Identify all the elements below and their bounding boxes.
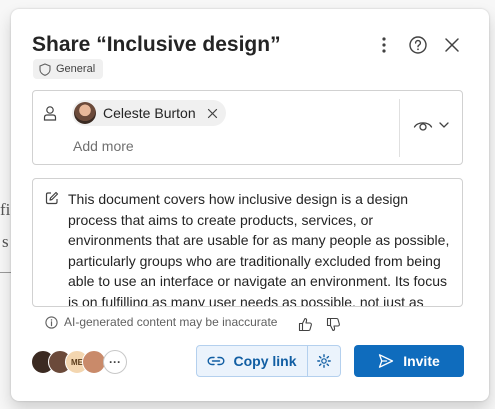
divider [399, 99, 400, 157]
gear-icon [317, 354, 331, 368]
copy-link-group: Copy link [196, 345, 341, 377]
sensitivity-label-text: General [56, 63, 96, 75]
invite-button[interactable]: Invite [354, 345, 464, 377]
close-button[interactable] [438, 31, 466, 59]
eye-icon [413, 122, 433, 131]
thumbs-down-icon [326, 317, 340, 331]
like-button[interactable] [294, 313, 316, 335]
dislike-button[interactable] [322, 313, 344, 335]
permission-dropdown[interactable] [413, 118, 449, 132]
link-settings-button[interactable] [308, 345, 341, 377]
copy-link-button[interactable]: Copy link [196, 345, 308, 377]
edit-icon [45, 191, 59, 205]
more-people-button[interactable]: ··· [103, 350, 127, 374]
ai-disclaimer-text: AI-generated content may be inaccurate [64, 315, 278, 329]
dialog-title: Share “Inclusive design” [32, 33, 281, 56]
add-more-input[interactable]: Add more [73, 138, 134, 154]
document-text-fragment: fi [0, 200, 11, 219]
link-icon [207, 356, 225, 366]
share-dialog: Share “Inclusive design” General Celeste… [11, 9, 489, 401]
close-icon [445, 38, 459, 52]
person-icon [43, 106, 57, 121]
document-text-fragment: s [2, 232, 9, 251]
help-button[interactable] [404, 31, 432, 59]
copy-link-label: Copy link [233, 353, 297, 369]
recipient-name: Celeste Burton [103, 105, 196, 121]
sensitivity-label[interactable]: General [33, 59, 104, 79]
thumbs-up-icon [298, 317, 312, 331]
more-vertical-icon [382, 37, 386, 53]
shield-icon [39, 62, 51, 76]
question-circle-icon [409, 36, 427, 54]
avatar [74, 102, 96, 124]
invite-label: Invite [403, 353, 440, 369]
message-text[interactable]: This document covers how inclusive desig… [68, 189, 456, 306]
recipient-chip[interactable]: Celeste Burton [72, 100, 226, 126]
info-icon [45, 315, 58, 329]
message-field[interactable]: This document covers how inclusive desig… [32, 178, 463, 307]
people-picker[interactable]: Celeste Burton Add more [32, 90, 463, 165]
ai-disclaimer: AI-generated content may be inaccurate [45, 315, 277, 329]
remove-recipient-icon[interactable] [207, 108, 218, 119]
more-options-button[interactable] [370, 31, 398, 59]
chevron-down-icon [439, 122, 449, 128]
send-icon [379, 354, 394, 368]
